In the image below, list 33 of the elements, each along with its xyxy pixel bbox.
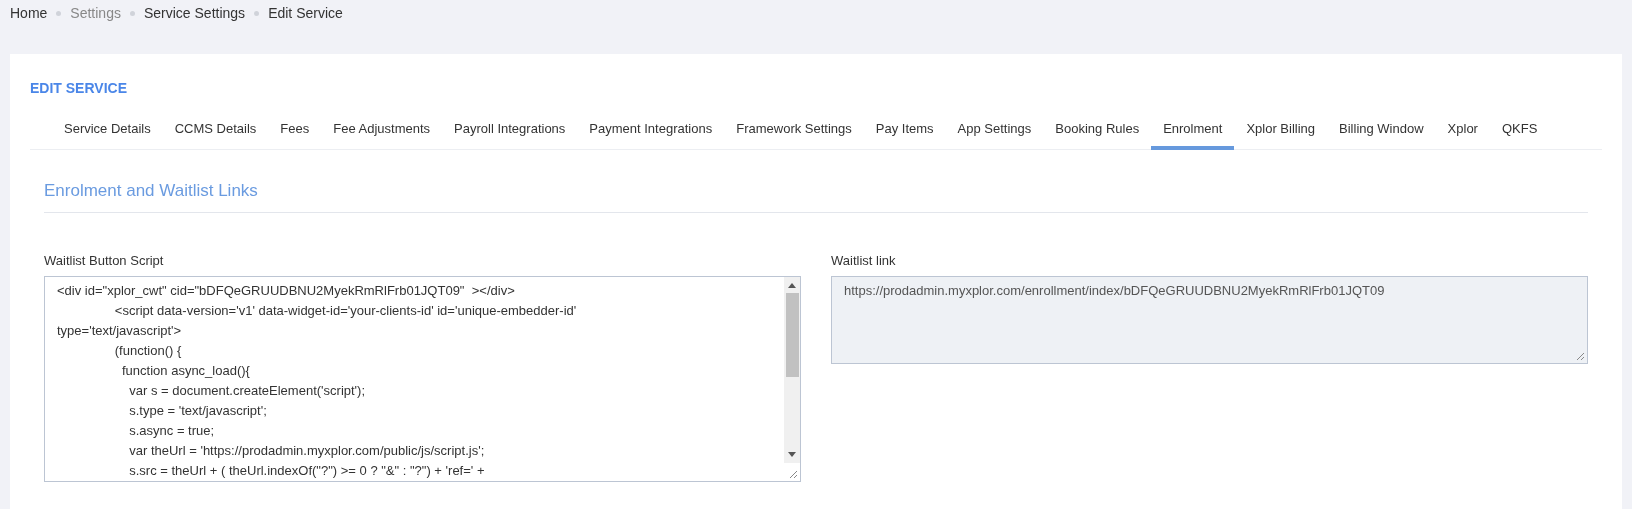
field-label: Waitlist Button Script [44,251,165,270]
tab[interactable]: App Settings [945,112,1044,150]
tab[interactable]: Framework Settings [724,112,864,150]
script-field[interactable]: <div id="xplor_cwt" cid="bDFQeGRUUDBNU2MyekRmRlFrb01JQT09" ></div> <script data-version='v1' data-widget-id='your-clients-id' id='unique-embedder-id' type='text/javascript'> (function() { function async_load(){ var s = document.createElement('script'); s.type = 'text/javascript'; s.async = true; var theUrl = 'https://prodadmin.myxplor.com/public/js/script.js'; s.src = theUrl + ( theUrl.indexOf("?") >= 0 ? "&" : "?") + 'ref=' + [44,276,801,482]
tab[interactable]: Booking Rules [1043,112,1152,150]
tab[interactable]: Billing Window [1327,112,1436,150]
page-title: EDIT SERVICE [30,80,127,96]
resize-grip-icon[interactable] [1576,352,1585,361]
breadcrumb-separator-icon [254,10,260,16]
breadcrumb-link[interactable]: Service Settings [143,2,246,24]
resize-grip-icon[interactable] [789,470,798,479]
scroll-up-icon[interactable] [788,283,796,288]
tab[interactable]: Service Details [52,112,163,150]
tab[interactable]: Xplor Billing [1234,112,1328,150]
breadcrumb-separator-icon [56,10,62,16]
tab[interactable]: QKFS [1489,112,1550,150]
tab[interactable]: CCMS Details [162,112,269,150]
scrollbar-thumb[interactable] [785,293,799,377]
breadcrumb-separator-icon [129,10,135,16]
link-field[interactable]: https://prodadmin.myxplor.com/enrollment/index/bDFQeGRUUDBNU2MyekRmRlFrb01JQT09 [831,276,1588,364]
tab[interactable]: Payment Integrations [577,112,725,150]
field-label: Waitlist link [831,251,897,270]
tab[interactable]: Enrolment [1151,112,1235,150]
tab[interactable]: Fees [268,112,322,150]
scrollbar[interactable] [784,277,800,463]
breadcrumb-link[interactable]: Home [10,2,48,24]
tab[interactable]: Payroll Integrations [442,112,578,150]
tab[interactable]: Xplor [1435,112,1490,150]
section-title: Enrolment and Waitlist Links [44,181,258,200]
breadcrumb-link[interactable]: Edit Service [268,2,343,24]
tab[interactable]: Pay Items [863,112,946,150]
tab[interactable]: Fee Adjustments [321,112,443,150]
scroll-down-icon[interactable] [788,452,796,457]
